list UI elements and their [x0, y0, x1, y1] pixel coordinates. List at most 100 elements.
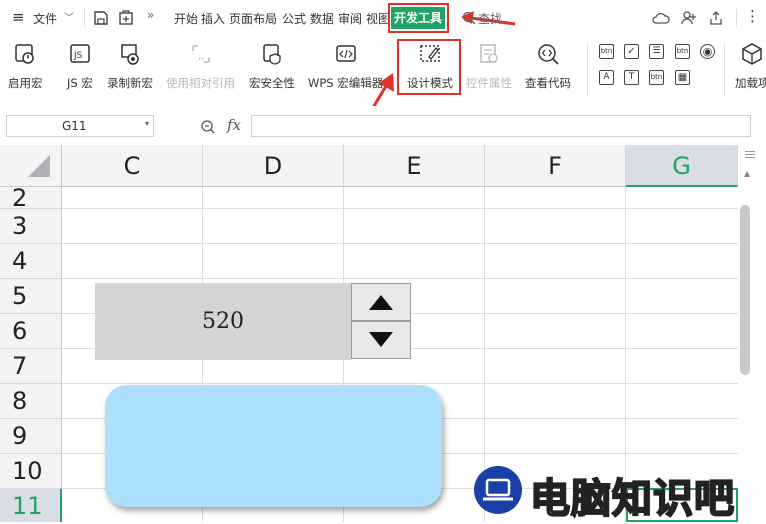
more-chevron-icon[interactable]: » — [147, 8, 154, 22]
row-header-9[interactable]: 9 — [0, 419, 62, 454]
js-macro-button[interactable]: JS JS 宏 — [67, 42, 93, 91]
record-macro-button[interactable]: 录制新宏 — [107, 42, 153, 91]
toggle-button-control-icon[interactable]: btn — [649, 70, 664, 85]
tab-page-layout[interactable]: 页面布局 — [229, 10, 277, 27]
row-header-2[interactable]: 2 — [0, 186, 62, 210]
row-header-11[interactable]: 11 — [0, 489, 62, 522]
macro-security-label: 宏安全性 — [249, 76, 295, 90]
divider — [587, 44, 588, 96]
divider — [84, 9, 85, 27]
scroll-thumb[interactable] — [740, 205, 750, 375]
control-properties-icon — [480, 44, 498, 63]
row-header-7[interactable]: 7 — [0, 349, 62, 384]
spinner-up-button[interactable] — [351, 283, 411, 321]
relative-reference-label: 使用相对引用 — [166, 76, 235, 90]
checkbox-control-icon[interactable]: ✓ — [624, 44, 639, 59]
row-header-8[interactable]: 8 — [0, 384, 62, 419]
save-icon[interactable] — [93, 10, 109, 26]
corner-triangle-icon — [28, 155, 50, 177]
chevron-down-icon[interactable]: ﹀ — [64, 9, 74, 24]
tab-home[interactable]: 开始 — [174, 10, 198, 27]
command-button-control-icon[interactable]: btn — [675, 44, 690, 59]
row-header-3[interactable]: 3 — [0, 209, 62, 244]
gridline — [62, 278, 738, 279]
search-icon[interactable] — [462, 11, 476, 25]
formula-input[interactable] — [251, 115, 751, 137]
js-macro-label: JS 宏 — [67, 76, 93, 90]
laptop-icon — [483, 478, 513, 501]
macro-security-icon — [263, 44, 281, 65]
zoom-icon[interactable] — [200, 119, 216, 135]
column-header-e[interactable]: E — [344, 145, 485, 187]
scroll-up-arrow-icon[interactable]: ▲ — [744, 169, 750, 178]
record-macro-label: 录制新宏 — [107, 76, 153, 90]
highlight-box-developer-tab — [388, 3, 449, 33]
chevron-down-icon[interactable]: ▾ — [145, 119, 149, 128]
menu-bar: ≡ 文件 ﹀ » 开始 插入 页面布局 公式 数据 审阅 视图 开发工具 查找 … — [0, 0, 766, 36]
combobox-control-icon[interactable]: ☰ — [649, 44, 664, 59]
scroll-grip — [745, 151, 755, 152]
highlight-box-design-mode — [397, 39, 461, 95]
hamburger-icon[interactable]: ≡ — [12, 8, 25, 26]
spinner-value-box[interactable]: 520 — [95, 283, 351, 360]
image-control-icon[interactable]: ▦ — [675, 70, 690, 85]
textbox-control-icon[interactable]: T — [624, 70, 639, 85]
macro-security-button[interactable]: 宏安全性 — [249, 42, 295, 91]
ribbon-toolbar: 启用宏 JS JS 宏 录制新宏 ,, 使用相对引用 宏安全性 WPS 宏编辑器… — [0, 36, 766, 137]
tab-data[interactable]: 数据 — [310, 10, 334, 27]
svg-text:,,: ,, — [198, 51, 204, 62]
scroll-grip — [745, 154, 755, 155]
watermark-logo — [474, 466, 522, 514]
row-header-6[interactable]: 6 — [0, 314, 62, 349]
vertical-scrollbar[interactable]: ▲ — [738, 145, 766, 522]
export-icon[interactable] — [118, 10, 134, 26]
column-header-d[interactable]: D — [203, 145, 344, 187]
fx-icon[interactable]: fx — [227, 116, 241, 134]
control-properties-button[interactable]: 控件属性 — [466, 42, 512, 91]
column-header-f[interactable]: F — [485, 145, 626, 187]
relative-reference-button[interactable]: ,, 使用相对引用 — [166, 42, 235, 91]
more-options-icon[interactable]: ⋮ — [745, 7, 760, 25]
row-header-10[interactable]: 10 — [0, 454, 62, 489]
column-header-c[interactable]: C — [62, 145, 203, 187]
share-icon[interactable] — [708, 10, 724, 26]
cloud-sync-icon[interactable] — [652, 10, 670, 26]
scroll-control-icon[interactable] — [700, 70, 715, 85]
button-control-icon[interactable]: btn — [599, 44, 614, 59]
collaborate-icon[interactable] — [681, 10, 697, 26]
gridline — [62, 243, 738, 244]
search-label[interactable]: 查找 — [478, 10, 502, 27]
divider — [736, 9, 737, 27]
view-code-label: 查看代码 — [525, 76, 571, 90]
enable-macro-label: 启用宏 — [8, 76, 43, 90]
tab-view[interactable]: 视图 — [366, 10, 390, 27]
select-all-corner[interactable] — [0, 145, 62, 187]
row-header-4[interactable]: 4 — [0, 244, 62, 279]
view-code-button[interactable]: 查看代码 — [525, 42, 571, 91]
name-box[interactable]: G11 — [6, 115, 154, 137]
divider — [724, 44, 725, 96]
spinner-down-button[interactable] — [351, 321, 411, 359]
macro-editor-icon — [335, 45, 356, 62]
js-macro-icon: JS — [70, 44, 90, 63]
cell-reference: G11 — [62, 119, 87, 133]
scroll-grip — [745, 157, 755, 158]
formula-bar: G11 ▾ fx — [0, 106, 766, 144]
addins-label: 加载项 — [735, 76, 766, 90]
addins-button[interactable]: 加载项 — [735, 42, 766, 91]
tab-insert[interactable]: 插入 — [201, 10, 225, 27]
tab-formulas[interactable]: 公式 — [282, 10, 306, 27]
column-header-g[interactable]: G — [626, 145, 738, 187]
file-menu[interactable]: 文件 — [33, 10, 57, 27]
gridline — [62, 208, 738, 209]
watermark-text: 电脑知识吧 — [529, 475, 735, 523]
rounded-rectangle-shape[interactable] — [105, 385, 442, 507]
radio-control-icon[interactable]: ◉ — [700, 44, 715, 59]
tab-review[interactable]: 审阅 — [338, 10, 362, 27]
enable-macro-button[interactable]: 启用宏 — [8, 42, 43, 91]
row-header-5[interactable]: 5 — [0, 279, 62, 314]
label-control-icon[interactable]: A — [599, 70, 614, 85]
addins-icon — [742, 43, 762, 65]
svg-text:JS: JS — [73, 51, 83, 61]
triangle-up-icon — [369, 295, 393, 310]
